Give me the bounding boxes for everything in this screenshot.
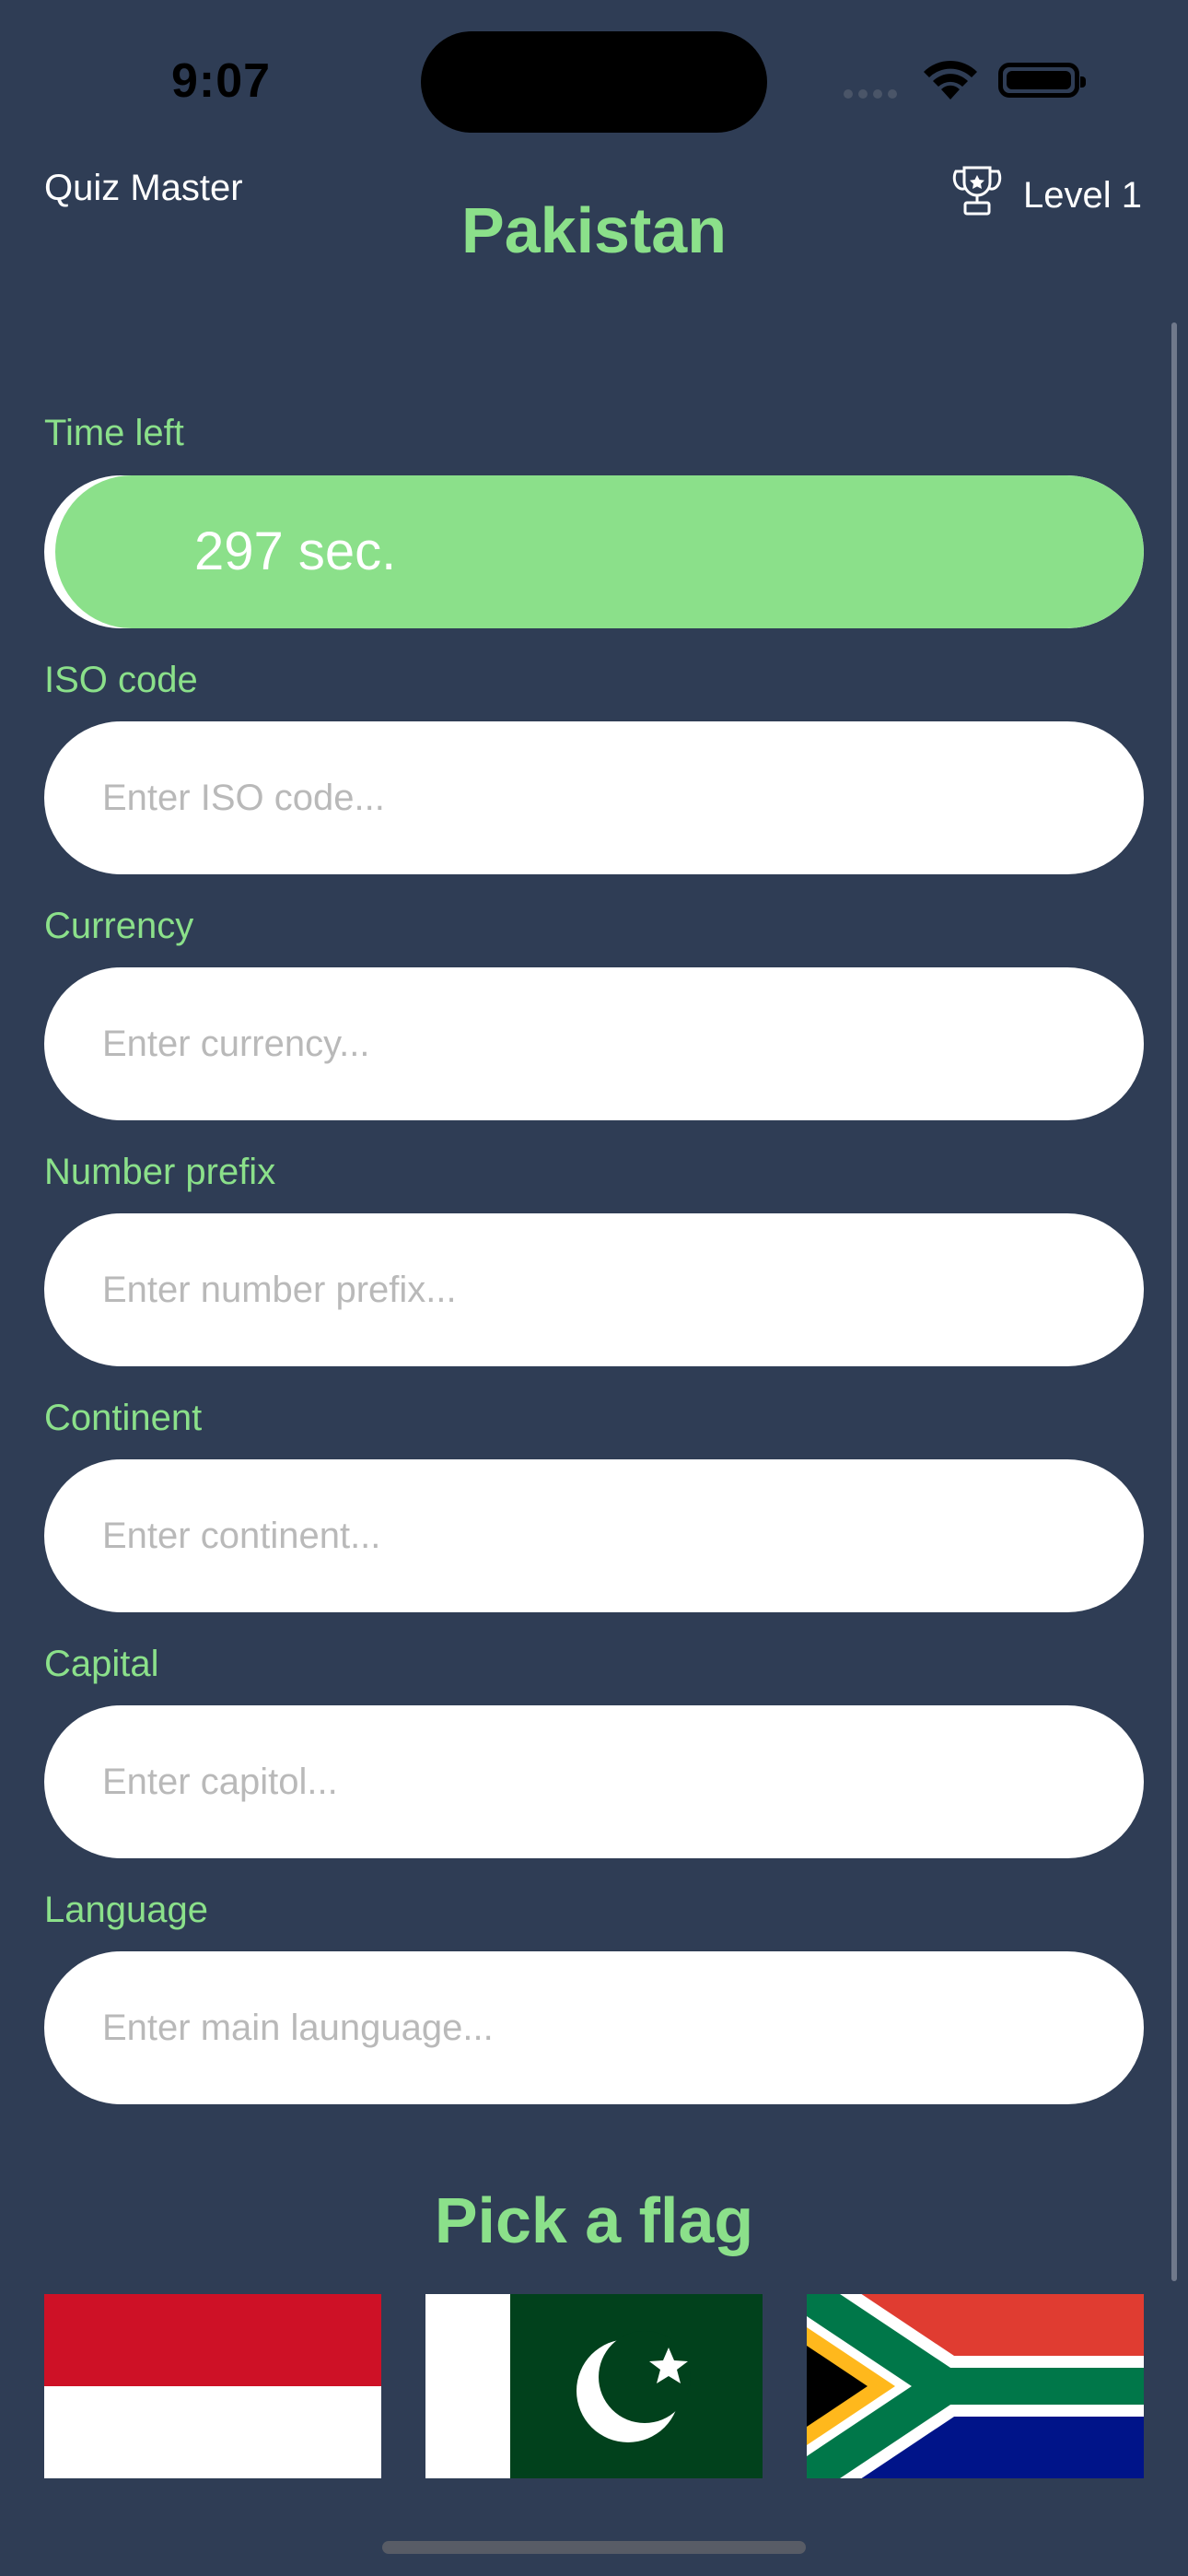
dynamic-island (421, 31, 767, 133)
language-input[interactable] (44, 1951, 1144, 2104)
continent-input[interactable] (44, 1459, 1144, 1612)
timer-text: 297 sec. (194, 521, 397, 581)
currency-label: Currency (44, 906, 194, 946)
currency-field-container (44, 967, 1144, 1120)
wifi-icon (921, 59, 980, 106)
timer-label: Time left (44, 413, 184, 453)
status-time: 9:07 (171, 54, 272, 108)
capital-input[interactable] (44, 1705, 1144, 1858)
battery-icon (998, 63, 1086, 98)
iso-input[interactable] (44, 721, 1144, 874)
home-indicator[interactable] (382, 2541, 806, 2554)
timer-bar: 297 sec. (44, 475, 1144, 628)
prefix-label: Number prefix (44, 1152, 276, 1192)
iso-field-container (44, 721, 1144, 874)
language-field-container (44, 1951, 1144, 2104)
indonesia-flag[interactable] (44, 2294, 381, 2478)
pick-flag-heading: Pick a flag (434, 2184, 754, 2256)
continent-label: Continent (44, 1398, 203, 1438)
capital-label: Capital (44, 1644, 159, 1684)
iso-label: ISO code (44, 660, 198, 700)
language-label: Language (44, 1890, 208, 1930)
prefix-field-container (44, 1213, 1144, 1366)
continent-field-container (44, 1459, 1144, 1612)
prefix-input[interactable] (44, 1213, 1144, 1366)
pakistan-flag[interactable] (425, 2294, 763, 2478)
south-africa-flag[interactable] (807, 2294, 1144, 2478)
capital-field-container (44, 1705, 1144, 1858)
country-name: Pakistan (461, 194, 727, 266)
currency-input[interactable] (44, 967, 1144, 1120)
scrollbar[interactable] (1171, 322, 1177, 2281)
cellular-icon (844, 87, 903, 99)
